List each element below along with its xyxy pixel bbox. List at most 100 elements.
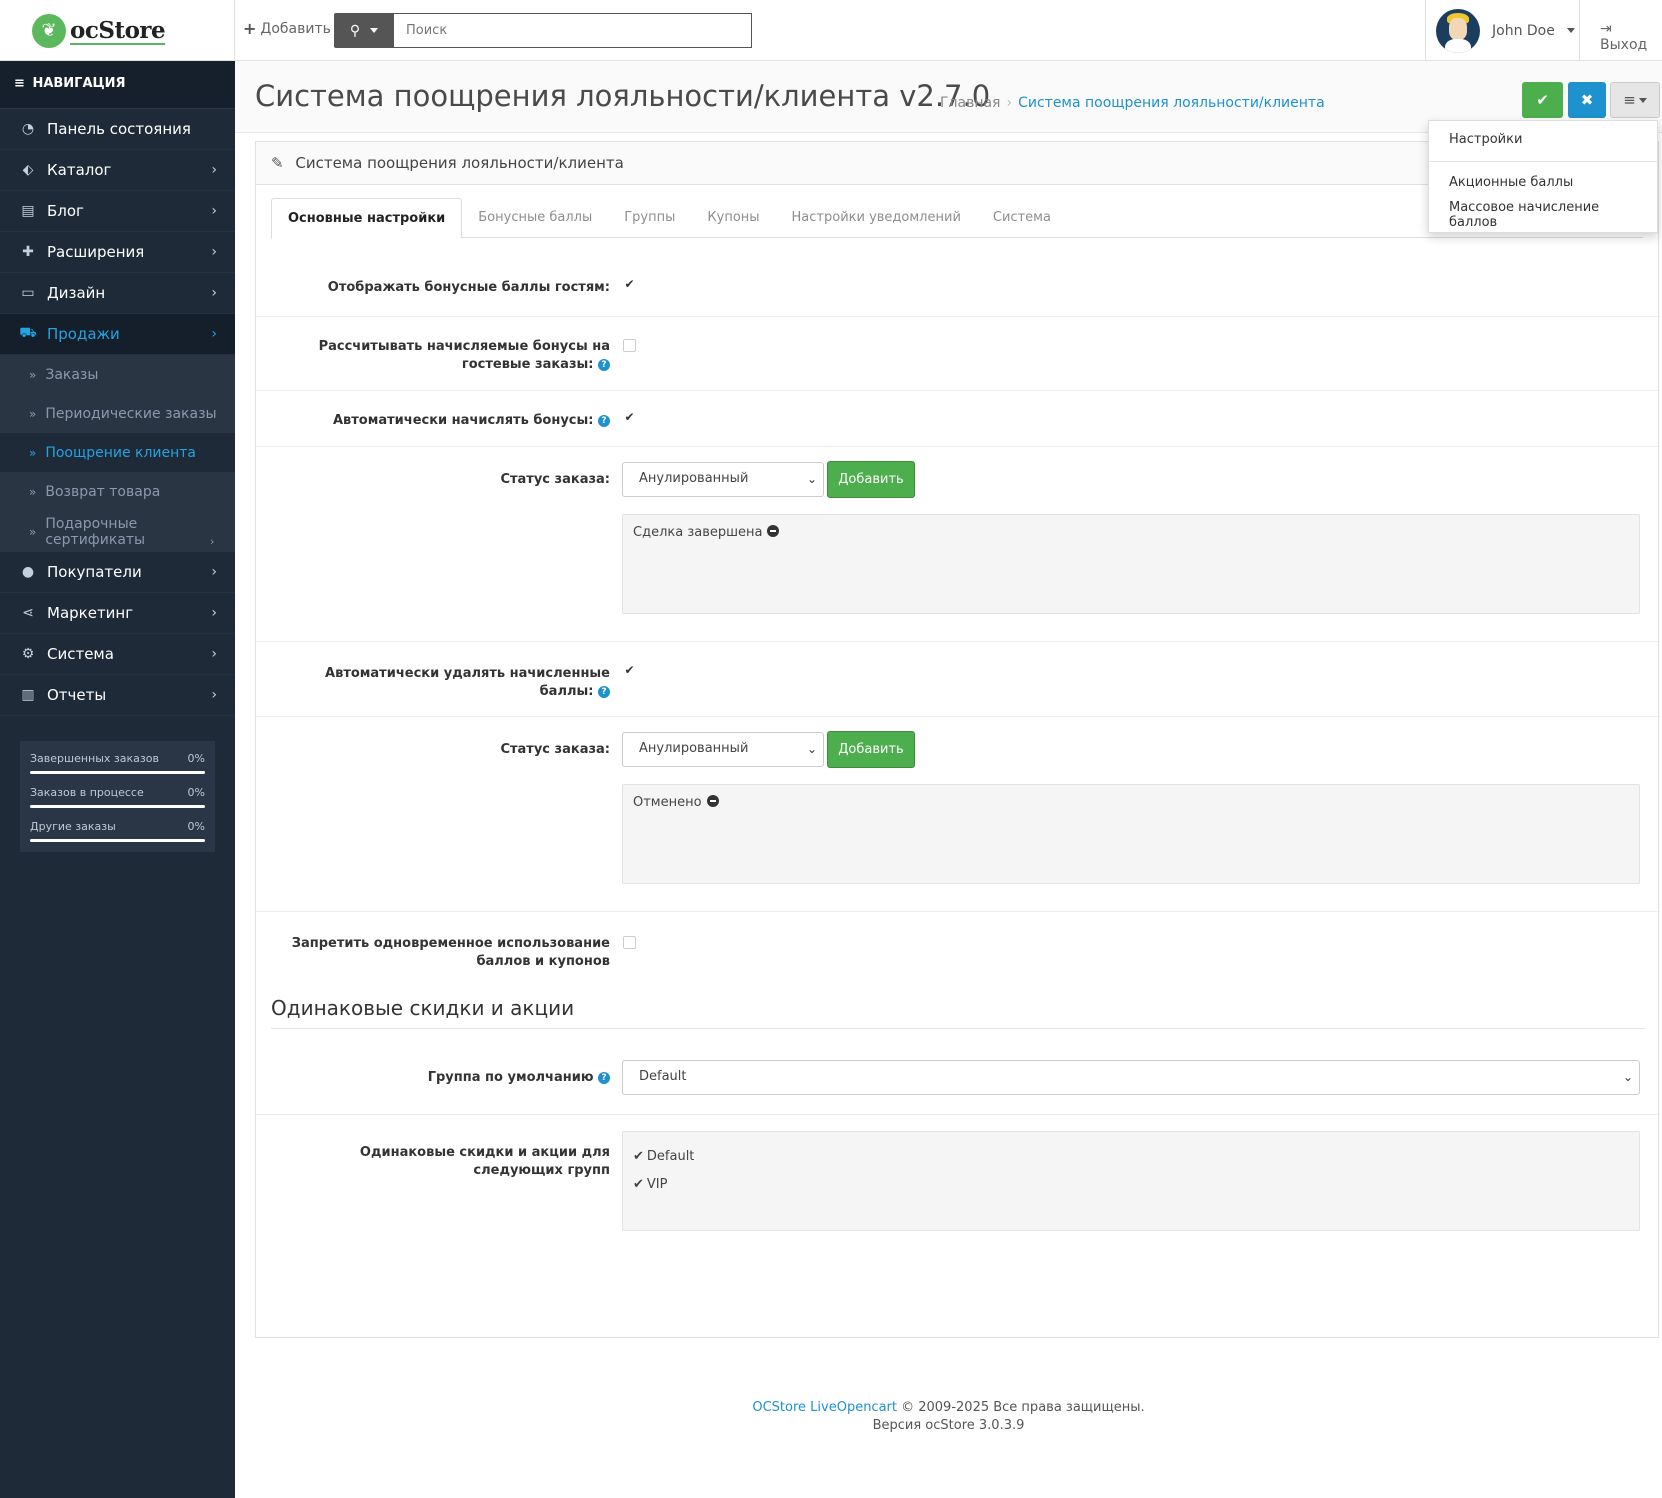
sidebar-item-extensions[interactable]: ✚ Расширения › <box>0 232 235 273</box>
chevron-right-icon: › <box>210 535 215 548</box>
caret-down-icon <box>1566 28 1575 33</box>
group-option[interactable]: ✔ VIP <box>633 1170 1629 1198</box>
sidebar-item-label: Отчеты <box>47 686 107 704</box>
auto-add-checkbox[interactable]: ✔ <box>623 411 636 425</box>
groups-list: ✔ Default ✔ VIP <box>622 1131 1640 1231</box>
order-stats: Завершенных заказов 0% Заказов в процессе… <box>20 741 215 852</box>
double-chevron-icon: » <box>29 406 37 421</box>
menu-item-mass-points[interactable]: Массовое начисление баллов <box>1429 195 1657 235</box>
book-icon: ▤ <box>21 203 35 219</box>
sidebar-subitem-orders[interactable]: » Заказы <box>0 355 235 394</box>
sidebar-item-marketing[interactable]: ⋖ Маркетинг › <box>0 593 235 634</box>
calc-guest-checkbox[interactable] <box>623 339 636 352</box>
stat-value: 0% <box>187 786 205 799</box>
forbid-checkbox[interactable] <box>623 936 636 949</box>
monitor-icon: ▭ <box>21 285 35 301</box>
close-icon: ✖ <box>1580 91 1594 109</box>
save-button[interactable]: ✔ <box>1522 82 1563 118</box>
checkbox-checked-icon[interactable]: ✔ <box>633 1177 644 1192</box>
chevron-right-icon: › <box>211 687 217 703</box>
tab-system[interactable]: Система <box>977 198 1067 238</box>
sidebar-item-sales[interactable]: ⛟ Продажи › <box>0 314 235 355</box>
help-icon[interactable]: ? <box>598 686 610 698</box>
stat-value: 0% <box>187 752 205 765</box>
sidebar-item-reports[interactable]: ▥ Отчеты › <box>0 675 235 716</box>
checkbox-checked-icon[interactable]: ✔ <box>633 1149 644 1164</box>
sidebar-subitem-label: Периодические заказы <box>45 405 217 422</box>
sidebar-item-design[interactable]: ▭ Дизайн › <box>0 273 235 314</box>
remove-icon[interactable] <box>706 795 719 807</box>
status1-select[interactable]: Анулированный ⌄ <box>622 462 824 497</box>
menu-dropdown-button[interactable]: ≡ <box>1610 82 1660 118</box>
auto-remove-label: Автоматически удалять начисленные баллы: <box>325 666 610 699</box>
menu-item-settings[interactable]: Настройки <box>1429 127 1657 152</box>
user-menu[interactable]: John Doe <box>1425 0 1580 61</box>
group-name: VIP <box>646 1176 668 1192</box>
search-group: ⚲ <box>334 13 752 48</box>
sidebar-item-catalog[interactable]: ⬖ Каталог › <box>0 150 235 191</box>
help-icon[interactable]: ? <box>598 415 610 427</box>
bar-chart-icon: ▥ <box>21 687 35 703</box>
sidebar-subitem-vouchers[interactable]: » Подарочные сертификаты › <box>0 511 235 552</box>
sidebar-item-customers[interactable]: ● Покупатели › <box>0 552 235 593</box>
default-group-label-wrap: Группа по умолчанию ? <box>280 1069 610 1087</box>
sidebar-item-label: Расширения <box>47 243 145 261</box>
sidebar-item-dashboard[interactable]: ◔ Панель состояния <box>0 109 235 150</box>
user-icon: ● <box>21 564 35 580</box>
form-row-auto-add: Автоматически начислять бонусы: ? ✔ <box>256 391 1660 447</box>
group-option[interactable]: ✔ Default <box>633 1142 1629 1170</box>
form-row-forbid: Запретить одновременное использование ба… <box>256 912 1660 992</box>
auto-add-label-wrap: Автоматически начислять бонусы: ? <box>280 412 610 430</box>
sidebar-item-system[interactable]: ⚙ Система › <box>0 634 235 675</box>
cancel-button[interactable]: ✖ <box>1568 82 1606 118</box>
leaf-icon: ❦ <box>32 13 66 48</box>
tab-groups[interactable]: Группы <box>608 198 691 238</box>
chevron-right-icon: › <box>211 605 217 621</box>
page-title: Система поощрения лояльности/клиента v2.… <box>255 79 991 113</box>
logout-link[interactable]: ⇥ Выход <box>1600 21 1662 53</box>
caret-down-icon <box>1638 97 1647 103</box>
search-type-button[interactable]: ⚲ <box>334 13 394 48</box>
help-icon[interactable]: ? <box>598 1072 610 1084</box>
tab-coupons[interactable]: Купоны <box>691 198 775 238</box>
show-guests-checkbox[interactable]: ✔ <box>623 278 636 292</box>
sidebar-item-label: Панель состояния <box>47 120 191 138</box>
chevron-down-icon: ⌄ <box>1622 1070 1633 1084</box>
menu-item-promo-points[interactable]: Акционные баллы <box>1429 170 1657 195</box>
auto-remove-checkbox[interactable]: ✔ <box>623 664 636 678</box>
footer-version: Версия ocStore 3.0.3.9 <box>872 1418 1025 1433</box>
double-chevron-icon: » <box>29 524 37 539</box>
tab-notifications[interactable]: Настройки уведомлений <box>776 198 977 238</box>
sales-submenu: » Заказы » Периодические заказы » Поощре… <box>0 355 235 552</box>
add-button[interactable]: + Добавить <box>243 19 331 38</box>
chevron-down-icon: ⌄ <box>806 742 817 756</box>
sidebar-subitem-label: Заказы <box>45 366 99 383</box>
footer-link[interactable]: OCStore LiveOpencart <box>752 1400 897 1415</box>
progress-bar <box>30 771 205 774</box>
sidebar-subitem-recurring[interactable]: » Периодические заказы <box>0 394 235 433</box>
settings-panel: ✎ Система поощрения лояльности/клиента О… <box>255 141 1660 1338</box>
breadcrumb-current[interactable]: Система поощрения лояльности/клиента <box>1018 95 1325 111</box>
nav-heading-label: НАВИГАЦИЯ <box>32 76 126 91</box>
sidebar-subitem-returns[interactable]: » Возврат товара <box>0 472 235 511</box>
status2-select[interactable]: Анулированный ⌄ <box>622 732 824 767</box>
chevron-right-icon: › <box>211 285 217 301</box>
tab-general[interactable]: Основные настройки <box>271 198 463 239</box>
help-icon[interactable]: ? <box>598 359 610 371</box>
double-chevron-icon: » <box>29 445 37 460</box>
remove-icon[interactable] <box>767 525 780 537</box>
sign-out-icon: ⇥ <box>1600 21 1612 37</box>
default-group-select[interactable]: Default ⌄ <box>622 1060 1640 1095</box>
status2-add-button[interactable]: Добавить <box>827 731 915 768</box>
status1-list: Сделка завершена <box>622 514 1640 614</box>
breadcrumb-home[interactable]: Главная <box>940 95 1000 111</box>
chevron-right-icon: › <box>211 244 217 260</box>
tab-bonus-points[interactable]: Бонусные баллы <box>462 198 608 238</box>
logo[interactable]: ❦ ocStore <box>0 0 235 61</box>
chevron-down-icon: ⌄ <box>806 472 817 486</box>
search-input[interactable] <box>394 13 752 48</box>
sidebar-item-label: Продажи <box>47 325 120 343</box>
sidebar-subitem-loyalty[interactable]: » Поощрение клиента <box>0 433 235 472</box>
sidebar-item-blog[interactable]: ▤ Блог › <box>0 191 235 232</box>
status1-add-button[interactable]: Добавить <box>827 461 915 498</box>
